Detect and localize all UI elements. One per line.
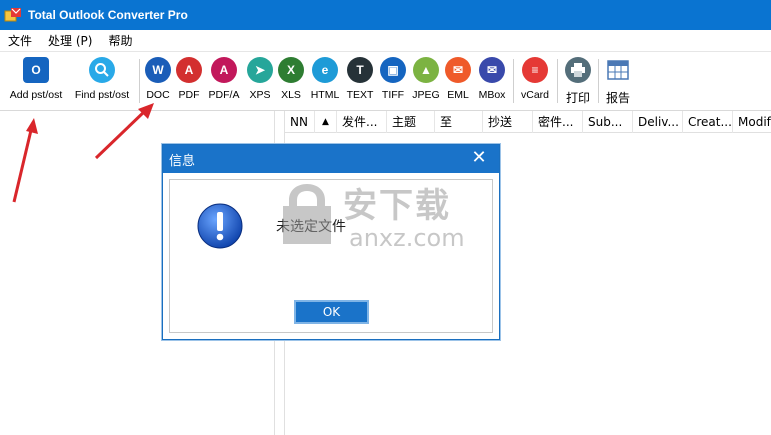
column-cc[interactable]: 抄送 [483,111,533,133]
sort-ascending-icon[interactable]: ▲ [315,111,337,133]
xps-icon: ➤ [247,57,273,83]
toolbar-separator [557,59,558,103]
watermark-shield-icon [283,184,331,244]
search-icon [89,57,115,83]
watermark-subtext: anxz.com [349,224,465,252]
text-button[interactable]: T TEXT [344,57,376,101]
report-button[interactable]: 报告 [602,57,634,106]
add-pst-button[interactable]: O Add pst/ost [6,57,66,101]
html-button[interactable]: e HTML [308,57,342,101]
eml-icon: ✉ [445,57,471,83]
tiff-icon: ▣ [380,57,406,83]
vcard-button[interactable]: ≡ vCard [518,57,552,101]
tiff-button[interactable]: ▣ TIFF [378,57,408,101]
toolbar-separator [513,59,514,103]
toolbar-separator [139,59,140,103]
annotation-arrow [94,103,154,160]
menu-help[interactable]: 帮助 [100,32,140,49]
watermark: 安下载 anxz.com [277,178,492,258]
column-header-row: NN ▲ 发件... 主题 至 抄送 密件... Sub... Deliv...… [285,111,771,133]
column-from[interactable]: 发件... [337,111,387,133]
column-bcc[interactable]: 密件... [533,111,583,133]
menu-process[interactable]: 处理 (P) [40,32,100,49]
pdf-button[interactable]: A PDF [175,57,203,101]
close-icon[interactable]: ✕ [469,148,489,168]
menu-bar: 文件 处理 (P) 帮助 [0,30,771,52]
pdfa-button[interactable]: A PDF/A [207,57,241,101]
text-icon: T [347,57,373,83]
printer-icon [565,57,591,83]
menu-file[interactable]: 文件 [0,32,40,49]
eml-button[interactable]: ✉ EML [444,57,472,101]
doc-button[interactable]: W DOC [143,57,173,101]
app-logo-icon [4,8,21,22]
annotation-arrow [12,118,38,203]
word-icon: W [145,57,171,83]
dialog-title: 信息 [169,153,196,169]
column-modified[interactable]: Modif [733,111,771,133]
xps-button[interactable]: ➤ XPS [245,57,275,101]
column-subject[interactable]: 主题 [387,111,435,133]
toolbar-separator [598,59,599,103]
column-to[interactable]: 至 [435,111,483,133]
column-nn[interactable]: NN [285,111,315,133]
mbox-button[interactable]: ✉ MBox [476,57,508,101]
watermark-text: 安下载 [343,186,451,226]
app-window: Total Outlook Converter Pro 文件 处理 (P) 帮助… [0,0,771,435]
xls-button[interactable]: X XLS [277,57,305,101]
vcard-icon: ≡ [522,57,548,83]
column-delivered[interactable]: Deliv... [633,111,683,133]
print-button[interactable]: 打印 [562,57,594,106]
report-grid-icon [605,57,631,83]
html-icon: e [312,57,338,83]
mbox-icon: ✉ [479,57,505,83]
outlook-add-icon: O [23,57,49,83]
dialog-title-bar: 信息 ✕ [163,145,499,173]
column-sub[interactable]: Sub... [583,111,633,133]
find-pst-button[interactable]: Find pst/ost [70,57,134,101]
ok-button[interactable]: OK [294,300,369,324]
title-bar: Total Outlook Converter Pro [0,0,771,30]
pdf-icon: A [176,57,202,83]
jpeg-button[interactable]: ▲ JPEG [410,57,442,101]
pdfa-icon: A [211,57,237,83]
info-icon [197,203,243,249]
window-title: Total Outlook Converter Pro [28,8,188,22]
jpeg-icon: ▲ [413,57,439,83]
excel-icon: X [278,57,304,83]
column-created[interactable]: Creat... [683,111,733,133]
